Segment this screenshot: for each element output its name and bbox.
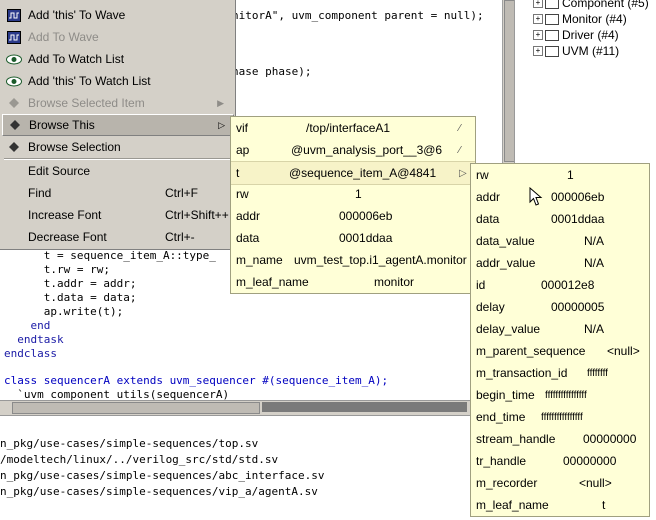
field-row-vif[interactable]: vif /top/interfaceA1 ⁄: [231, 117, 475, 139]
list-item[interactable]: n_pkg/use-cases/simple-sequences/top.sv: [0, 437, 258, 450]
code-line[interactable]: t.addr = addr;: [4, 277, 137, 290]
menu-item-add-this-to-watch-list[interactable]: Add 'this' To Watch List: [2, 70, 232, 92]
list-item[interactable]: n_pkg/use-cases/simple-sequences/abc_int…: [0, 469, 325, 482]
submenu-arrow-icon[interactable]: ▷: [459, 168, 467, 179]
field-row-addr[interactable]: addr 000006eb: [231, 205, 475, 227]
submenu-arrow-icon: ▷: [218, 119, 225, 130]
submenu-arrow-icon: ▶: [217, 97, 224, 108]
file-list[interactable]: n_pkg/use-cases/simple-sequences/top.sv …: [0, 415, 470, 520]
expand-icon[interactable]: +: [533, 14, 543, 24]
menu-item-decrease-font[interactable]: Decrease Font Ctrl+-: [2, 226, 232, 248]
field-row[interactable]: addr_value N/A: [471, 252, 649, 274]
field-row[interactable]: rw 1: [471, 164, 649, 186]
field-row[interactable]: delay 00000005: [471, 296, 649, 318]
diamond-icon: [6, 140, 22, 154]
field-row[interactable]: m_parent_sequence <null>: [471, 340, 649, 362]
tree-item-label: Component (#5): [562, 0, 649, 10]
field-row-ap[interactable]: ap @uvm_analysis_port__3@6 ⁄: [231, 139, 475, 161]
menu-item-add-to-wave[interactable]: Add To Wave: [2, 26, 232, 48]
field-row[interactable]: stream_handle 00000000: [471, 428, 649, 450]
field-row[interactable]: id 000012e8: [471, 274, 649, 296]
mouse-cursor-icon: [529, 187, 543, 206]
wave-icon: [6, 30, 22, 44]
list-item[interactable]: n_pkg/use-cases/simple-sequences/vip_a/a…: [0, 485, 318, 498]
editor-horizontal-scrollbar[interactable]: [0, 400, 470, 415]
scrollbar-track-dark: [262, 402, 467, 412]
code-line[interactable]: nitorA", uvm_component parent = null);: [232, 9, 484, 22]
field-row[interactable]: data 0001ddaa: [471, 208, 649, 230]
wave-icon: [6, 8, 22, 22]
field-row[interactable]: m_leaf_name t: [471, 494, 649, 516]
shortcut-label: Ctrl+-: [165, 230, 195, 244]
field-row-rw[interactable]: rw 1: [231, 183, 475, 205]
code-line[interactable]: t.rw = rw;: [4, 263, 110, 276]
sequence-item-panel: rw 1 addr 000006eb data 0001ddaa data_va…: [470, 163, 650, 517]
tree-item-label: UVM (#11): [562, 44, 620, 58]
menu-item-add-this-to-wave[interactable]: Add 'this' To Wave: [2, 4, 232, 26]
tree-item-label: Driver (#4): [562, 28, 619, 42]
menu-item-add-to-watch-list[interactable]: Add To Watch List: [2, 48, 232, 70]
menu-item-browse-this[interactable]: Browse This ▷: [2, 114, 234, 136]
expand-icon[interactable]: +: [533, 0, 543, 8]
tree-item-driver[interactable]: + Driver (#4): [533, 27, 619, 43]
field-row[interactable]: m_transaction_id ffffffff: [471, 362, 649, 384]
expand-icon[interactable]: ⁄: [459, 145, 461, 156]
field-row-data[interactable]: data 0001ddaa: [231, 227, 475, 249]
tree-item-label: Monitor (#4): [562, 12, 627, 26]
code-line[interactable]: t.data = data;: [4, 291, 137, 304]
diamond-icon: [6, 96, 22, 110]
code-line[interactable]: endclass: [4, 347, 57, 360]
field-row-m-name[interactable]: m_name uvm_test_top.i1_agentA.monitor: [231, 249, 475, 271]
tree-item-monitor[interactable]: + Monitor (#4): [533, 11, 627, 27]
shortcut-label: Ctrl+Shift++: [165, 208, 229, 222]
expand-icon[interactable]: +: [533, 30, 543, 40]
list-item[interactable]: /modeltech/linux/../verilog_src/std/std.…: [0, 453, 278, 466]
field-row-t[interactable]: t @sequence_item_A@4841 ▷: [231, 161, 475, 185]
menu-item-find[interactable]: Find Ctrl+F: [2, 182, 232, 204]
scrollbar-thumb[interactable]: [12, 402, 260, 414]
hierarchy-tree[interactable]: + Component (#5) + Monitor (#4) + Driver…: [514, 0, 656, 165]
eye-icon: [6, 52, 22, 66]
expand-icon[interactable]: ⁄: [459, 123, 461, 134]
folder-icon: [545, 13, 559, 25]
code-line[interactable]: `uvm_component_utils(sequencerA): [4, 388, 229, 400]
code-line[interactable]: end: [4, 319, 50, 332]
tree-item-component[interactable]: + Component (#5): [533, 0, 649, 11]
tree-item-uvm[interactable]: + UVM (#11): [533, 43, 619, 59]
folder-icon: [545, 45, 559, 57]
code-line[interactable]: endtask: [4, 333, 63, 346]
menu-item-increase-font[interactable]: Increase Font Ctrl+Shift++: [2, 204, 232, 226]
diamond-icon: [7, 118, 23, 132]
field-row[interactable]: end_time ffffffffffffffff: [471, 406, 649, 428]
folder-icon: [545, 29, 559, 41]
browse-this-panel: vif /top/interfaceA1 ⁄ ap @uvm_analysis_…: [230, 116, 476, 294]
field-row[interactable]: data_value N/A: [471, 230, 649, 252]
shortcut-label: Ctrl+F: [165, 186, 198, 200]
field-row[interactable]: m_recorder <null>: [471, 472, 649, 494]
menu-item-browse-selected-item[interactable]: Browse Selected Item ▶: [2, 92, 232, 114]
code-line[interactable]: t = sequence_item_A::type_: [4, 249, 216, 262]
field-row-m-leaf-name[interactable]: m_leaf_name monitor: [231, 271, 475, 293]
code-line[interactable]: ap.write(t);: [4, 305, 123, 318]
field-row[interactable]: addr 000006eb: [471, 186, 649, 208]
menu-item-edit-source[interactable]: Edit Source: [2, 160, 232, 182]
eye-icon: [6, 74, 22, 88]
folder-icon: [545, 0, 559, 9]
code-line[interactable]: hase phase);: [232, 65, 311, 78]
field-row[interactable]: tr_handle 00000000: [471, 450, 649, 472]
field-row[interactable]: begin_time ffffffffffffffff: [471, 384, 649, 406]
code-line[interactable]: class sequencerA extends uvm_sequencer #…: [4, 374, 388, 387]
menu-item-browse-selection[interactable]: Browse Selection: [2, 136, 232, 158]
expand-icon[interactable]: +: [533, 46, 543, 56]
context-menu: Add 'this' To Wave Add To Wave Add To Wa…: [0, 0, 236, 250]
field-row[interactable]: delay_value N/A: [471, 318, 649, 340]
